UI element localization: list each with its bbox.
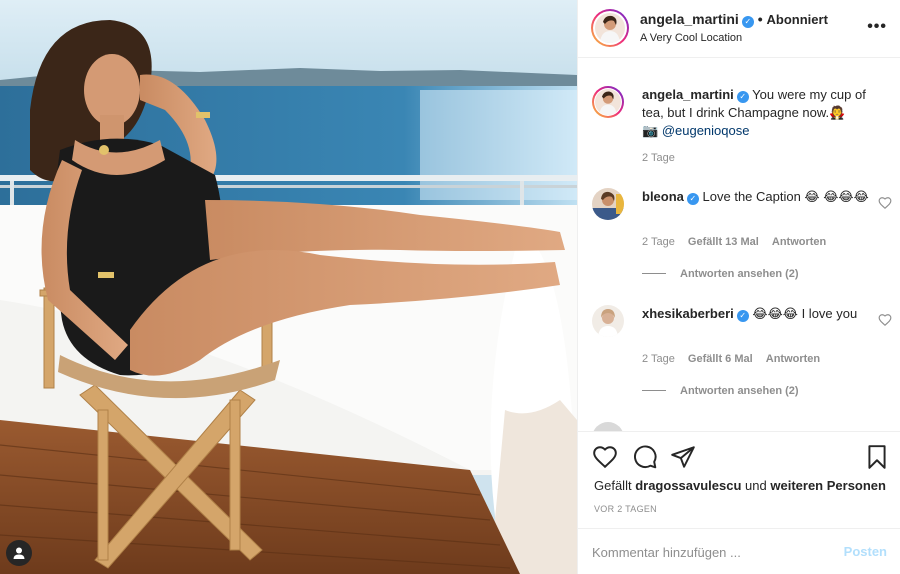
- comment-text-block: bleona ✓ Love the Caption 😂 😂😂😂: [642, 188, 877, 206]
- likes-summary: Gefällt dragossavulescu und weiteren Per…: [594, 478, 886, 493]
- tagged-users-button[interactable]: [6, 540, 32, 566]
- caption-text-block: angela_martini ✓ You were my cup of tea, …: [642, 86, 877, 140]
- verified-badge-icon: ✓: [686, 193, 699, 205]
- comment-time[interactable]: 2 Tage: [642, 236, 675, 248]
- caption-time[interactable]: 2 Tage: [642, 152, 675, 164]
- verified-badge-icon: ✓: [741, 16, 754, 28]
- comment-reply-button[interactable]: Antworten: [766, 353, 820, 365]
- comment-text: Love the Caption 😂 😂😂😂: [702, 189, 869, 204]
- likes-user-link[interactable]: dragossavulescu: [635, 478, 741, 493]
- post-photo[interactable]: [0, 0, 577, 574]
- heart-icon[interactable]: [592, 444, 618, 470]
- comment-text: 😂😂😂 I love you: [752, 306, 858, 321]
- caption-mention-link[interactable]: @eugenioqose: [662, 123, 750, 138]
- likes-conjunction: und: [745, 478, 767, 493]
- camera-emoji: 📷: [642, 123, 659, 138]
- user-icon: [13, 547, 25, 559]
- caption-meta: 2 Tage: [642, 152, 685, 164]
- post-location[interactable]: A Very Cool Location: [640, 32, 742, 44]
- verified-badge-icon: ✓: [736, 310, 749, 322]
- comment-meta: 2 Tage Gefällt 13 Mal Antworten: [642, 236, 836, 248]
- comment-input[interactable]: [592, 541, 832, 563]
- commenter-avatar[interactable]: [592, 422, 624, 431]
- follow-status-button[interactable]: Abonniert: [767, 12, 828, 27]
- likes-prefix: Gefällt: [594, 478, 632, 493]
- more-options-button[interactable]: •••: [867, 18, 887, 36]
- comment-time[interactable]: 2 Tage: [642, 353, 675, 365]
- view-replies-label: Antworten ansehen (2): [680, 385, 799, 397]
- post-header: angela_martini ✓ • Abonniert A Very Cool …: [578, 0, 900, 58]
- comment-username[interactable]: bleona: [642, 189, 684, 204]
- comment-likes-count[interactable]: Gefällt 6 Mal: [688, 353, 753, 365]
- commenter-avatar-image: [592, 305, 624, 337]
- post-details-panel: angela_martini ✓ • Abonniert A Very Cool …: [577, 0, 900, 574]
- commenter-avatar[interactable]: [592, 305, 624, 337]
- share-icon[interactable]: [670, 444, 696, 470]
- comment-icon[interactable]: [632, 444, 658, 470]
- comment-likes-count[interactable]: Gefällt 13 Mal: [688, 236, 759, 248]
- author-avatar-image: [595, 13, 625, 43]
- comment-text-block: xhesikaberberi ✓ 😂😂😂 I love you: [642, 305, 877, 323]
- bookmark-icon[interactable]: [864, 444, 890, 470]
- replies-divider: [642, 390, 666, 391]
- follow-separator: •: [757, 11, 763, 27]
- caption-author-avatar[interactable]: [592, 86, 624, 118]
- view-replies-button[interactable]: Antworten ansehen (2): [642, 268, 799, 280]
- commenter-avatar-image: [592, 188, 624, 220]
- view-replies-button[interactable]: Antworten ansehen (2): [642, 385, 799, 397]
- comment-like-heart-icon[interactable]: [878, 196, 892, 210]
- view-replies-label: Antworten ansehen (2): [680, 268, 799, 280]
- post-actions: Gefällt dragossavulescu und weiteren Per…: [578, 431, 900, 537]
- likes-others-link[interactable]: weiteren Personen: [770, 478, 886, 493]
- author-username-row: angela_martini ✓ • Abonniert: [640, 11, 828, 28]
- more-horizontal-icon: •••: [867, 18, 887, 35]
- caption-username[interactable]: angela_martini: [642, 87, 734, 102]
- post-date[interactable]: VOR 2 TAGEN: [594, 504, 657, 514]
- post-comment-button[interactable]: Posten: [844, 544, 887, 559]
- add-comment-bar: Posten: [578, 528, 900, 574]
- verified-badge-icon: ✓: [736, 91, 749, 103]
- author-username[interactable]: angela_martini: [640, 11, 739, 27]
- caption-avatar-image: [595, 89, 621, 115]
- comment-username[interactable]: xhesikaberberi: [642, 306, 734, 321]
- comment-reply-button[interactable]: Antworten: [772, 236, 826, 248]
- commenter-avatar[interactable]: [592, 188, 624, 220]
- yacht-photo-illustration: [0, 0, 577, 574]
- comment-like-heart-icon[interactable]: [878, 313, 892, 327]
- comments-section[interactable]: angela_martini ✓ You were my cup of tea, …: [578, 58, 900, 431]
- comment-meta: 2 Tage Gefällt 6 Mal Antworten: [642, 353, 830, 365]
- replies-divider: [642, 273, 666, 274]
- author-avatar[interactable]: [591, 9, 629, 47]
